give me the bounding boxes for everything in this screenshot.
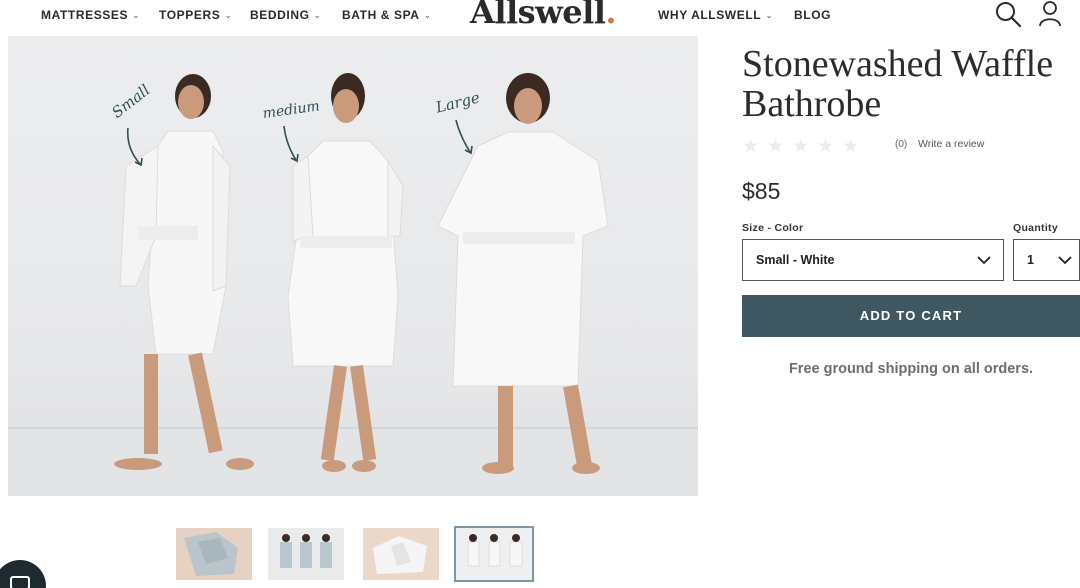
shipping-note: Free ground shipping on all orders. — [788, 361, 1034, 377]
nav-item-blog[interactable]: BLOG — [794, 8, 831, 22]
size-label-medium: medium — [262, 98, 321, 122]
chevron-down-icon: ⌄ — [132, 10, 141, 20]
nav-item-why-allswell[interactable]: WHY ALLSWELL ⌄ — [658, 8, 773, 22]
chevron-down-icon — [977, 256, 991, 265]
nav-item-label: BLOG — [794, 8, 832, 22]
thumbnail-2[interactable] — [268, 528, 344, 580]
write-review-link[interactable]: Write a review — [918, 138, 984, 150]
size-color-label: Size - Color — [742, 222, 804, 234]
nav-item-bedding[interactable]: BEDDING ⌄ — [250, 8, 322, 22]
search-icon — [996, 2, 1022, 28]
add-to-cart-button[interactable]: ADD TO CART — [742, 295, 1080, 337]
top-navigation: MATTRESSES ⌄ TOPPERS ⌄ BEDDING ⌄ BATH & SPA… — [0, 0, 1080, 32]
model-small — [114, 74, 254, 470]
size-color-value: Small - White — [756, 253, 835, 267]
nav-item-toppers[interactable]: TOPPERS ⌄ — [159, 8, 233, 22]
search-button[interactable] — [994, 0, 1022, 28]
nav-item-mattresses[interactable]: MATTRESSES ⌄ — [41, 8, 140, 22]
account-icon — [1039, 1, 1061, 27]
size-label-large: Large — [433, 88, 482, 117]
model-medium — [287, 73, 404, 472]
chevron-down-icon: ⌄ — [313, 10, 322, 20]
logo-text: Allswell — [470, 0, 606, 31]
nav-item-label: TOPPERS — [159, 8, 221, 22]
thumbnail-1[interactable] — [176, 528, 252, 580]
quantity-value: 1 — [1027, 253, 1034, 267]
product-hero-image[interactable]: Small medium Large — [8, 36, 698, 496]
nav-item-bath-spa[interactable]: BATH & SPA ⌄ — [342, 8, 432, 22]
size-color-select[interactable]: Small - White — [742, 239, 1004, 281]
quantity-select[interactable]: 1 — [1013, 239, 1080, 281]
product-title: Stonewashed Waffle Bathrobe — [742, 43, 1054, 125]
chat-icon — [10, 576, 30, 588]
nav-item-label: BATH & SPA — [342, 8, 420, 22]
model-large — [437, 73, 609, 474]
nav-item-label: MATTRESSES — [41, 8, 129, 22]
review-count: (0) — [895, 139, 908, 150]
nav-item-label: WHY ALLSWELL — [658, 8, 762, 22]
chat-button[interactable] — [0, 560, 46, 588]
brand-logo[interactable]: Allswell. — [470, 0, 616, 31]
chevron-down-icon — [1058, 256, 1072, 265]
thumbnail-3[interactable] — [363, 528, 439, 580]
chevron-down-icon: ⌄ — [224, 10, 233, 20]
chevron-down-icon: ⌄ — [423, 10, 432, 20]
quantity-label: Quantity — [1013, 222, 1058, 234]
thumbnail-4[interactable] — [454, 526, 534, 582]
chevron-down-icon: ⌄ — [765, 10, 774, 20]
account-button[interactable] — [1037, 0, 1065, 28]
rating-stars-icon: ★★★★★ — [742, 136, 868, 157]
product-price: $85 — [742, 178, 781, 204]
logo-dot: . — [605, 0, 617, 31]
nav-item-label: BEDDING — [250, 8, 310, 22]
size-label-small: Small — [108, 81, 153, 122]
